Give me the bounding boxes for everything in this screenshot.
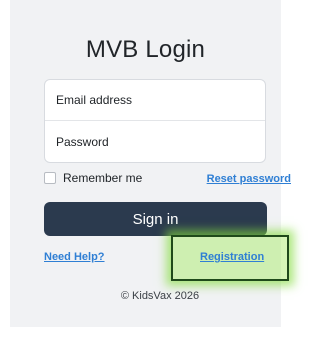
sign-in-label: Sign in <box>132 210 179 228</box>
password-placeholder: Password <box>56 134 109 149</box>
page-title: MVB Login <box>85 36 206 63</box>
reset-password-link[interactable]: Reset password <box>207 173 291 185</box>
remember-me-label: Remember me <box>63 171 143 185</box>
email-field[interactable]: Email address <box>45 80 265 121</box>
email-placeholder: Email address <box>56 93 133 107</box>
remember-me-checkbox[interactable] <box>44 172 56 184</box>
remember-me[interactable]: Remember me <box>44 171 142 185</box>
registration-link[interactable]: Registration <box>200 251 264 263</box>
login-form-fields: Email address Password <box>44 79 266 163</box>
footer-copyright: © KidsVax 2026 <box>120 290 200 302</box>
password-field[interactable]: Password <box>45 121 265 162</box>
sign-in-button[interactable]: Sign in <box>44 202 267 236</box>
need-help-link[interactable]: Need Help? <box>44 251 105 263</box>
